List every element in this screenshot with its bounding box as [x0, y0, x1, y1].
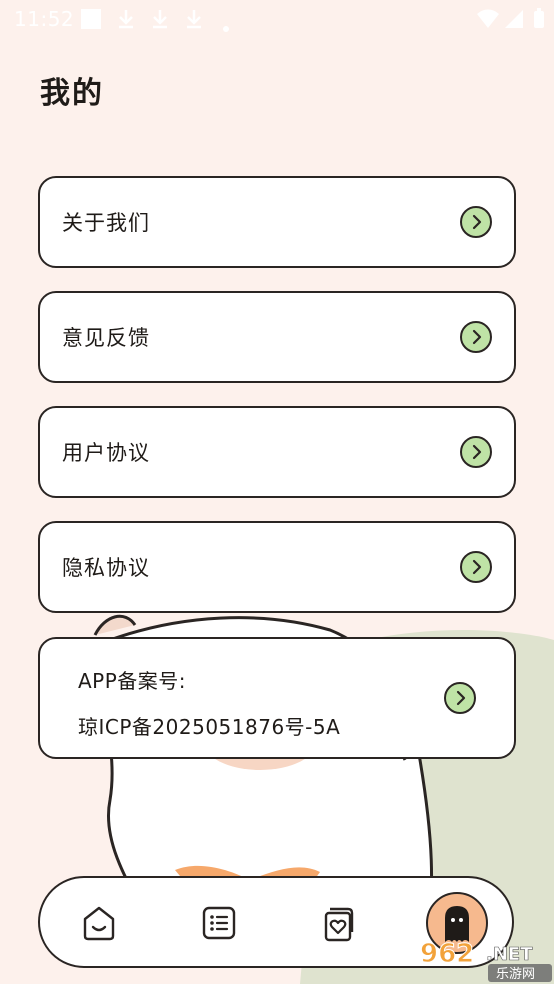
status-bar: 11:52 [0, 0, 554, 36]
battery-icon [532, 8, 546, 35]
page-title: 我的 [40, 76, 104, 111]
home-icon[interactable] [80, 904, 118, 942]
signal-icon [504, 8, 524, 35]
chevron-right-icon[interactable] [460, 321, 492, 353]
menu-item-label: 隐私协议 [62, 556, 150, 580]
svg-text:.NET: .NET [486, 944, 533, 965]
download-icon [116, 8, 136, 35]
menu-item-label: 用户协议 [62, 441, 150, 465]
download-icon [150, 8, 170, 35]
status-time: 11:52 [14, 7, 75, 31]
icp-number: 琼ICP备2025051876号-5A [78, 715, 341, 739]
menu-item-label: 意见反馈 [62, 326, 150, 350]
notification-square-icon [80, 8, 102, 35]
icp-heading: APP备案号: [78, 669, 187, 693]
chevron-right-icon[interactable] [460, 206, 492, 238]
download-icon [184, 8, 204, 35]
wifi-icon [476, 8, 500, 35]
chevron-right-icon[interactable] [444, 682, 476, 714]
dot-icon [222, 14, 230, 38]
menu-item-about-us[interactable]: 关于我们 [38, 176, 516, 268]
menu-item-user-agreement[interactable]: 用户协议 [38, 406, 516, 498]
icp-record-card[interactable]: APP备案号: 琼ICP备2025051876号-5A [38, 637, 516, 759]
watermark-logo: 962 .NET 乐游网 [420, 939, 552, 982]
heart-card-icon[interactable] [318, 904, 356, 942]
svg-text:乐游网: 乐游网 [496, 967, 535, 982]
chevron-right-icon[interactable] [460, 551, 492, 583]
chevron-right-icon[interactable] [460, 436, 492, 468]
menu-item-label: 关于我们 [62, 211, 150, 235]
menu-item-feedback[interactable]: 意见反馈 [38, 291, 516, 383]
list-icon[interactable] [200, 904, 238, 942]
menu-item-privacy-agreement[interactable]: 隐私协议 [38, 521, 516, 613]
svg-text:962: 962 [420, 939, 474, 969]
